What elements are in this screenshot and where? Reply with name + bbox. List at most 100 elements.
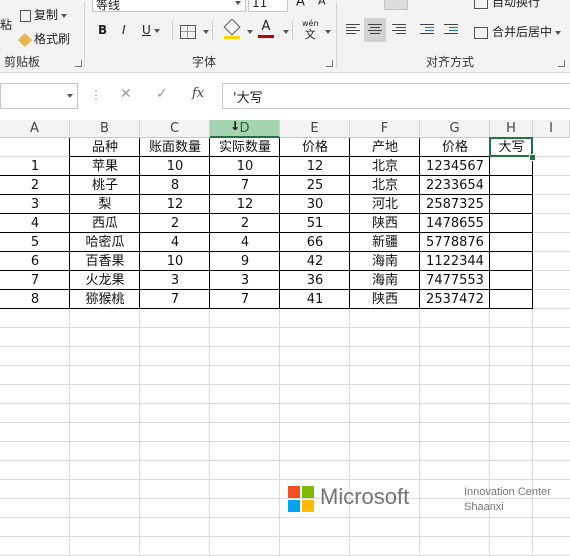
chevron-down-icon[interactable]	[325, 30, 331, 34]
chevron-down-icon[interactable]	[203, 30, 209, 34]
table-cell[interactable]: 41	[280, 290, 350, 309]
active-cell-selection[interactable]	[489, 137, 533, 157]
table-cell[interactable]: 梨	[70, 195, 140, 214]
table-cell[interactable]: 海南	[350, 271, 420, 290]
column-header-f[interactable]: F	[350, 120, 420, 138]
paste-button[interactable]: 粘	[0, 16, 12, 33]
wrap-text-button[interactable]: 自动换行	[474, 0, 540, 10]
table-cell[interactable]: 10	[140, 252, 210, 271]
table-cell[interactable]: 火龙果	[70, 271, 140, 290]
font-name-select[interactable]: 等线	[92, 0, 246, 12]
shrink-font-icon[interactable]: Av	[318, 0, 330, 8]
fill-color-button[interactable]	[223, 18, 241, 39]
table-cell[interactable]: 7	[210, 176, 280, 195]
align-middle-button[interactable]	[384, 0, 408, 10]
table-cell[interactable]: 7477553	[420, 271, 490, 290]
table-cell[interactable]: 6	[0, 252, 70, 271]
table-cell[interactable]: 3	[0, 195, 70, 214]
table-cell[interactable]: 1234567	[420, 157, 490, 176]
alignment-launcher-icon[interactable]	[558, 60, 565, 67]
table-cell[interactable]: 12	[280, 157, 350, 176]
table-cell[interactable]: 2537472	[420, 290, 490, 309]
table-cell[interactable]: 36	[280, 271, 350, 290]
column-header-h[interactable]: H	[490, 120, 533, 138]
table-cell[interactable]: 1	[0, 157, 70, 176]
column-header-b[interactable]: B	[70, 120, 140, 138]
table-cell[interactable]: 陕西	[350, 290, 420, 309]
chevron-down-icon[interactable]	[283, 30, 289, 34]
table-cell[interactable]: 42	[280, 252, 350, 271]
header-cell[interactable]: 价格	[280, 138, 350, 157]
table-cell[interactable]: 3	[210, 271, 280, 290]
column-header-g[interactable]: G	[420, 120, 490, 138]
table-cell[interactable]: 4	[210, 233, 280, 252]
table-cell[interactable]: 西瓜	[70, 214, 140, 233]
merge-center-button[interactable]: 合并后居中	[474, 23, 562, 40]
table-cell[interactable]: 8	[0, 290, 70, 309]
table-cell[interactable]: 4	[140, 233, 210, 252]
table-cell[interactable]: 30	[280, 195, 350, 214]
table-cell[interactable]: 7	[0, 271, 70, 290]
table-cell[interactable]: 9	[210, 252, 280, 271]
font-size-select[interactable]: 11	[248, 0, 288, 12]
enter-icon[interactable]: ✓	[156, 86, 168, 102]
table-cell[interactable]: 2587325	[420, 195, 490, 214]
header-cell[interactable]: 账面数量	[140, 138, 210, 157]
table-cell[interactable]: 10	[210, 157, 280, 176]
table-cell[interactable]: 2	[140, 214, 210, 233]
table-cell[interactable]: 2233654	[420, 176, 490, 195]
table-cell[interactable]: 猕猴桃	[70, 290, 140, 309]
name-box[interactable]	[0, 83, 78, 109]
decrease-indent-icon[interactable]	[420, 22, 434, 36]
table-cell[interactable]: 新疆	[350, 233, 420, 252]
table-cell[interactable]: 51	[280, 214, 350, 233]
table-cell[interactable]: 2	[0, 176, 70, 195]
table-cell[interactable]: 5778876	[420, 233, 490, 252]
table-cell[interactable]: 25	[280, 176, 350, 195]
table-cell[interactable]: 哈密瓜	[70, 233, 140, 252]
copy-button[interactable]: 复制	[20, 6, 68, 23]
header-cell[interactable]: 品种	[70, 138, 140, 157]
header-cell[interactable]: 产地	[350, 138, 420, 157]
table-cell[interactable]: 66	[280, 233, 350, 252]
table-cell[interactable]: 桃子	[70, 176, 140, 195]
table-cell[interactable]: 1478655	[420, 214, 490, 233]
table-cell[interactable]: 5	[0, 233, 70, 252]
table-cell[interactable]: 3	[140, 271, 210, 290]
table-cell[interactable]: 12	[210, 195, 280, 214]
table-cell[interactable]: 河北	[350, 195, 420, 214]
table-cell[interactable]: 苹果	[70, 157, 140, 176]
table-cell[interactable]: 1122344	[420, 252, 490, 271]
column-header-d[interactable]: D ↓	[210, 119, 280, 138]
header-cell[interactable]: 价格	[420, 138, 490, 157]
table-cell[interactable]: 海南	[350, 252, 420, 271]
insert-function-button[interactable]: fx	[192, 86, 204, 101]
column-header-i[interactable]: I	[533, 120, 570, 138]
formula-input[interactable]: '大写	[222, 83, 570, 109]
table-cell[interactable]: 陕西	[350, 214, 420, 233]
underline-button[interactable]: U	[142, 23, 160, 37]
align-left-icon[interactable]	[346, 22, 360, 36]
borders-icon[interactable]	[180, 25, 196, 39]
clipboard-launcher-icon[interactable]	[75, 60, 82, 67]
table-cell[interactable]: 10	[140, 157, 210, 176]
table-cell[interactable]: 12	[140, 195, 210, 214]
column-header-c[interactable]: C	[140, 120, 210, 138]
table-cell[interactable]: 8	[140, 176, 210, 195]
header-cell[interactable]	[0, 138, 70, 157]
column-header-a[interactable]: A	[0, 120, 70, 138]
table-cell[interactable]: 北京	[350, 176, 420, 195]
fill-handle[interactable]	[529, 154, 536, 161]
font-launcher-icon[interactable]	[326, 60, 333, 67]
table-cell[interactable]: 7	[140, 290, 210, 309]
header-cell[interactable]: 实际数量	[210, 138, 280, 157]
format-painter-button[interactable]: 格式刷	[17, 30, 70, 47]
increase-indent-icon[interactable]	[444, 22, 458, 36]
table-cell[interactable]: 2	[210, 214, 280, 233]
align-right-icon[interactable]	[392, 22, 406, 36]
table-cell[interactable]: 北京	[350, 157, 420, 176]
align-center-button[interactable]	[364, 18, 386, 42]
grow-font-icon[interactable]: A^	[296, 0, 311, 9]
italic-button[interactable]: I	[122, 23, 126, 37]
chevron-down-icon[interactable]	[247, 30, 253, 34]
